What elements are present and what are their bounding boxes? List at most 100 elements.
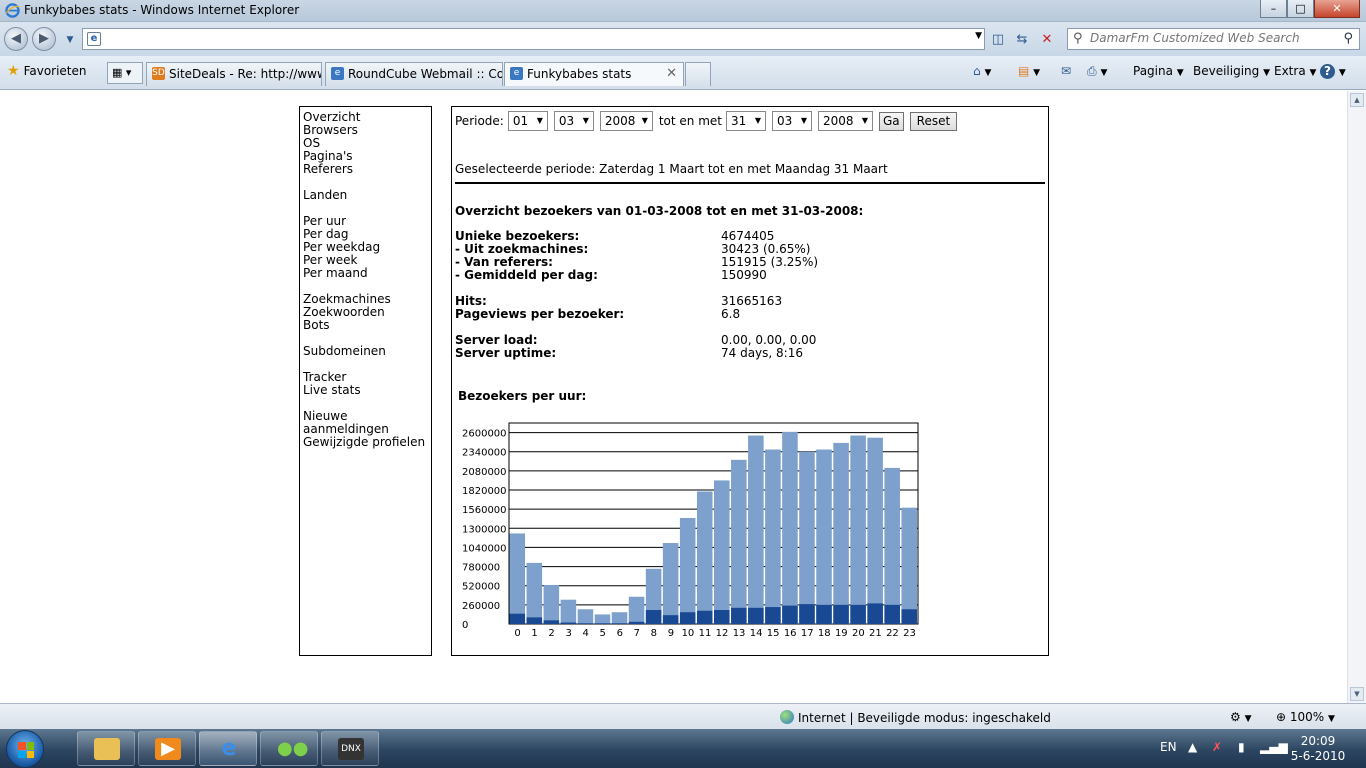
dropdown-arrow-icon: ▼ — [641, 116, 648, 125]
signal-icon[interactable]: ▂▄▆ — [1260, 740, 1288, 754]
messenger-icon: ●● — [277, 738, 309, 759]
tray-expand-icon[interactable]: ▲ — [1188, 740, 1197, 754]
minimize-button[interactable]: – — [1260, 0, 1287, 18]
bar-series-2 — [526, 617, 543, 624]
to-month-select[interactable]: 03 ▼ — [772, 111, 812, 131]
compatibility-view-icon[interactable]: ◫ — [988, 30, 1008, 50]
nav-link-landen[interactable]: Landen — [303, 189, 428, 202]
search-box[interactable]: ⚲ ⚲ — [1067, 28, 1360, 50]
network-error-icon[interactable]: ✗ — [1212, 740, 1222, 754]
language-indicator[interactable]: EN — [1160, 740, 1177, 754]
new-tab-button[interactable] — [685, 62, 711, 86]
x-tick-label: 19 — [835, 628, 848, 637]
nav-link-bots[interactable]: Bots — [303, 319, 428, 332]
search-input[interactable] — [1090, 31, 1330, 45]
url-dropdown-icon[interactable]: ▼ — [975, 31, 982, 41]
battery-icon[interactable]: ▮ — [1238, 740, 1245, 754]
taskbar-internet-explorer[interactable]: e — [199, 731, 257, 766]
from-day-select[interactable]: 01 ▼ — [507, 111, 548, 131]
refresh-icon[interactable]: ⇆ — [1012, 30, 1032, 50]
x-tick-label: 13 — [733, 628, 746, 637]
back-button[interactable]: ◀ — [4, 27, 28, 51]
nav-link-nieuwe-aanmeldingen[interactable]: Nieuwe aanmeldingen — [303, 410, 428, 436]
history-dropdown-icon[interactable]: ▼ — [60, 30, 80, 50]
stat-row: - Gemiddeld per dag: 150990 — [455, 269, 1045, 282]
bar-series-2 — [884, 604, 900, 624]
from-month-select[interactable]: 03 ▼ — [553, 111, 594, 131]
bar-series-1 — [594, 614, 611, 624]
security-zone-text: Internet | Beveiligde modus: ingeschakel… — [798, 711, 1051, 725]
forward-button[interactable]: ▶ — [32, 27, 56, 51]
favorites-star-icon: ★ — [7, 63, 20, 79]
nav-link-live-stats[interactable]: Live stats — [303, 384, 428, 397]
stat-label: - Gemiddeld per dag: — [455, 268, 598, 282]
app-window-icon: DNX — [338, 738, 364, 760]
tab-label: SiteDeals - Re: http://www.... — [169, 67, 321, 81]
y-tick-label: 1560000 — [462, 505, 507, 516]
taskbar-media-player[interactable]: ▶ — [138, 731, 196, 766]
go-button[interactable]: Ga — [879, 111, 904, 131]
protected-mode-icon[interactable]: ⚙ ▼ — [1230, 710, 1252, 724]
clock[interactable]: 20:09 5-6-2010 — [1290, 734, 1346, 764]
favorites-label: Favorieten — [23, 64, 87, 78]
nav-link-subdomeinen[interactable]: Subdomeinen — [303, 345, 428, 358]
nav-link-per-maand[interactable]: Per maand — [303, 267, 428, 280]
tools-menu[interactable]: Extra ▼ — [1274, 64, 1316, 78]
security-menu[interactable]: Beveiliging ▼ — [1193, 64, 1270, 78]
to-year-select[interactable]: 2008 ▼ — [818, 111, 873, 131]
x-tick-label: 14 — [750, 628, 763, 637]
feeds-button[interactable]: ▤ ▼ — [1018, 64, 1040, 78]
to-month-value: 03 — [777, 114, 793, 128]
y-tick-label: 2600000 — [462, 429, 507, 440]
read-mail-button[interactable]: ✉ — [1061, 64, 1071, 78]
maximize-button[interactable]: □ — [1287, 0, 1314, 18]
page-menu[interactable]: Pagina ▼ — [1133, 64, 1184, 78]
reset-button[interactable]: Reset — [909, 111, 958, 131]
x-tick-label: 11 — [699, 628, 712, 637]
page-viewport: Overzicht Browsers OS Pagina's Referers Lande… — [0, 91, 1347, 703]
print-button[interactable]: ⎙ ▼ — [1087, 64, 1107, 79]
start-button[interactable] — [6, 730, 44, 768]
bar-series-1 — [901, 507, 917, 624]
stat-label: Server uptime: — [455, 346, 557, 360]
y-tick-label: 780000 — [462, 563, 500, 574]
scroll-down-icon[interactable]: ▼ — [1350, 687, 1364, 701]
bar-series-2 — [560, 622, 577, 624]
close-window-button[interactable]: ✕ — [1314, 0, 1360, 18]
x-tick-label: 0 — [514, 628, 520, 637]
home-button[interactable]: ⌂ ▼ — [973, 64, 991, 78]
tab-funkybabes-stats[interactable]: e Funkybabes stats ✕ — [504, 62, 684, 86]
tab-sitedeals[interactable]: SD SiteDeals - Re: http://www.... — [146, 62, 322, 86]
x-tick-label: 18 — [818, 628, 831, 637]
quick-tabs-button[interactable]: ▦ ▾ — [107, 62, 143, 84]
security-zone[interactable]: Internet | Beveiligde modus: ingeschakel… — [780, 710, 1051, 725]
ie-page-favicon-icon: e — [510, 67, 523, 80]
clock-time: 20:09 — [1300, 734, 1336, 748]
stat-value: 6.8 — [721, 307, 741, 321]
x-tick-label: 7 — [634, 628, 640, 637]
close-tab-icon[interactable]: ✕ — [666, 63, 677, 85]
stat-value: 150990 — [721, 268, 767, 282]
nav-link-browsers[interactable]: Browsers — [303, 124, 428, 137]
taskbar-app[interactable]: DNX — [321, 731, 379, 766]
bar-series-2 — [901, 609, 917, 624]
nav-link-referers[interactable]: Referers — [303, 163, 428, 176]
search-icon[interactable]: ⚲ — [1343, 31, 1353, 46]
taskbar-explorer[interactable] — [77, 731, 135, 766]
favorites-button[interactable]: ★ Favorieten — [7, 63, 87, 79]
bar-series-2 — [731, 607, 747, 624]
url-field[interactable]: e ▼ — [82, 28, 985, 50]
scroll-up-icon[interactable]: ▲ — [1350, 93, 1364, 107]
tab-roundcube[interactable]: e RoundCube Webmail :: Co... — [325, 62, 503, 86]
help-button[interactable]: ? ▼ — [1320, 64, 1346, 79]
vertical-scrollbar[interactable]: ▲ ▼ — [1347, 91, 1366, 703]
stop-icon[interactable]: ✕ — [1037, 30, 1057, 50]
dropdown-arrow-icon: ▼ — [861, 116, 868, 125]
zoom-control[interactable]: ⊕ 100% ▼ — [1276, 710, 1335, 724]
taskbar-messenger[interactable]: ●● — [260, 731, 318, 766]
y-tick-label: 2080000 — [462, 467, 507, 478]
nav-link-gewijzigde-profielen[interactable]: Gewijzigde profielen — [303, 436, 428, 449]
from-year-select[interactable]: 2008 ▼ — [599, 111, 653, 131]
to-day-select[interactable]: 31 ▼ — [726, 111, 766, 131]
bar-series-1 — [816, 449, 832, 624]
